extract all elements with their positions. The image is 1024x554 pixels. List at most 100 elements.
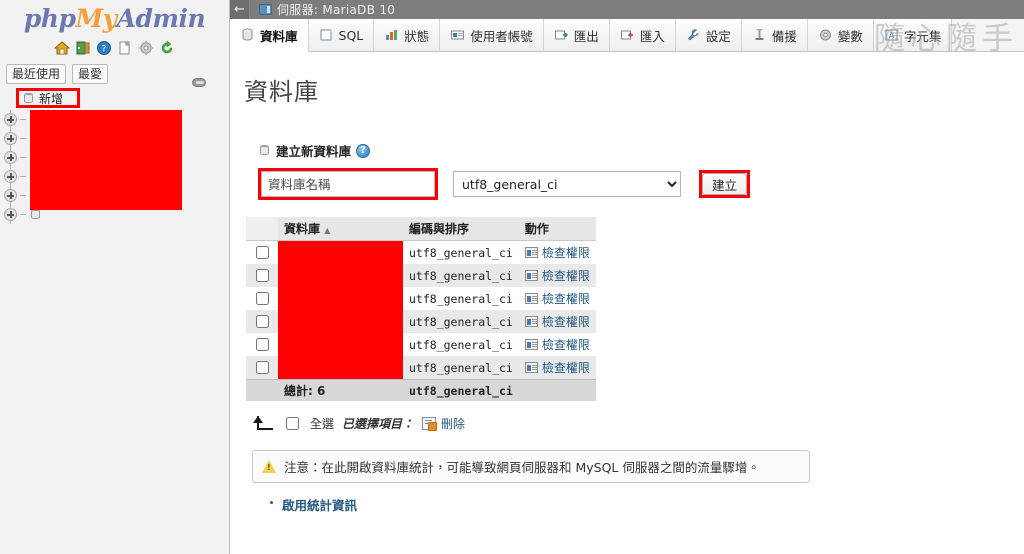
collation-cell: utf8_general_ci	[403, 287, 519, 310]
row-checkbox[interactable]	[256, 269, 269, 282]
sort-ascending-icon: ▲	[324, 226, 331, 235]
redaction-overlay	[278, 287, 403, 310]
table-row[interactable]: utf8_general_ci 檢查權限	[246, 310, 596, 333]
tab-status-label: 狀態	[404, 28, 430, 44]
sidebar-tab-favorites[interactable]: 最愛	[72, 64, 109, 84]
table-row[interactable]: utf8_general_ci 檢查權限	[246, 264, 596, 287]
total-label: 總計: 6	[278, 379, 403, 401]
total-spacer	[246, 379, 278, 401]
help-icon[interactable]: ?	[96, 40, 112, 56]
check-privileges-link[interactable]: 檢查權限	[542, 290, 590, 307]
expand-icon[interactable]	[4, 189, 17, 202]
new-database-icon	[258, 144, 271, 157]
back-button[interactable]: ←	[230, 0, 250, 19]
tab-databases[interactable]: 資料庫	[230, 19, 309, 52]
redaction-overlay	[278, 310, 403, 333]
new-database-link[interactable]: 新增	[16, 88, 80, 108]
users-icon	[450, 28, 465, 42]
database-name-cell[interactable]	[278, 310, 403, 333]
tab-settings[interactable]: 設定	[675, 19, 742, 51]
check-privileges-link[interactable]: 檢查權限	[542, 336, 590, 353]
check-privileges-link[interactable]: 檢查權限	[542, 313, 590, 330]
new-database-label: 新增	[39, 91, 64, 106]
drop-button[interactable]: 刪除	[422, 415, 465, 432]
check-privileges-link[interactable]: 檢查權限	[542, 359, 590, 376]
sidebar-icon-strip: ?	[0, 38, 229, 58]
row-checkbox-cell	[246, 264, 278, 287]
home-icon[interactable]	[53, 40, 71, 56]
server-title: 伺服器: MariaDB 10	[277, 3, 396, 17]
tree-stub	[20, 157, 26, 158]
tab-sql[interactable]: SQL	[308, 19, 375, 51]
expand-icon[interactable]	[4, 170, 17, 183]
documentation-icon[interactable]	[117, 40, 133, 56]
action-cell[interactable]: 檢查權限	[518, 356, 596, 380]
table-total-row: 總計: 6 utf8_general_ci	[246, 379, 596, 401]
sidebar-collapse-toggle[interactable]	[192, 78, 206, 87]
row-checkbox[interactable]	[256, 338, 269, 351]
sql-icon	[319, 28, 334, 42]
tab-export[interactable]: 匯出	[543, 19, 610, 51]
expand-icon[interactable]	[4, 132, 17, 145]
replication-icon	[752, 28, 767, 42]
tab-charsets[interactable]: A 字元集	[873, 19, 953, 51]
with-selected-bar: 全選 已選擇項目： 刪除	[252, 414, 1024, 433]
check-all-label[interactable]: 全選	[310, 415, 334, 432]
collation-select[interactable]: utf8_general_ci	[453, 171, 681, 197]
check-all-checkbox[interactable]	[286, 417, 299, 430]
database-name-cell[interactable]	[278, 264, 403, 287]
row-checkbox[interactable]	[256, 315, 269, 328]
tab-import[interactable]: 匯入	[609, 19, 676, 51]
create-database-form: utf8_general_ci 建立	[258, 168, 1024, 200]
tab-replication[interactable]: 備援	[741, 19, 808, 51]
column-header-collation: 編碼與排序	[403, 217, 519, 241]
database-name-cell[interactable]	[278, 356, 403, 380]
charset-icon: A	[884, 28, 899, 42]
action-cell[interactable]: 檢查權限	[518, 264, 596, 287]
enable-statistics-link[interactable]: 啟用統計資訊	[282, 498, 357, 513]
database-name-input[interactable]	[261, 171, 435, 197]
row-checkbox[interactable]	[256, 361, 269, 374]
check-all-arrow-icon	[252, 415, 274, 432]
expand-icon[interactable]	[4, 113, 17, 126]
action-cell[interactable]: 檢查權限	[518, 287, 596, 310]
help-icon[interactable]: ?	[356, 143, 371, 158]
tab-export-label: 匯出	[573, 28, 599, 44]
check-privileges-link[interactable]: 檢查權限	[542, 244, 590, 261]
action-cell[interactable]: 檢查權限	[518, 240, 596, 264]
total-action	[518, 379, 596, 401]
tab-variables-label: 變數	[837, 28, 863, 44]
column-header-database-label: 資料庫	[284, 222, 321, 236]
reload-icon[interactable]	[159, 40, 175, 56]
tab-status[interactable]: 狀態	[374, 19, 441, 51]
tab-variables[interactable]: 變數	[807, 19, 874, 51]
action-cell[interactable]: 檢查權限	[518, 333, 596, 356]
database-name-cell[interactable]	[278, 240, 403, 264]
sidebar-tab-recent[interactable]: 最近使用	[6, 64, 67, 84]
database-name-cell[interactable]	[278, 287, 403, 310]
table-row[interactable]: utf8_general_ci 檢查權限	[246, 240, 596, 264]
expand-icon[interactable]	[4, 208, 17, 221]
server-header: ← 伺服器: MariaDB 10	[230, 0, 1024, 19]
tab-charsets-label: 字元集	[903, 28, 942, 44]
table-row[interactable]: utf8_general_ci 檢查權限	[246, 356, 596, 380]
phpmyadmin-logo[interactable]: phpMyAdmin	[0, 0, 229, 33]
row-checkbox[interactable]	[256, 292, 269, 305]
tree-stub	[20, 176, 26, 177]
row-checkbox[interactable]	[256, 246, 269, 259]
check-privileges-link[interactable]: 檢查權限	[542, 267, 590, 284]
create-button[interactable]: 建立	[702, 173, 748, 195]
expand-icon[interactable]	[4, 151, 17, 164]
action-cell[interactable]: 檢查權限	[518, 310, 596, 333]
logout-icon[interactable]	[75, 40, 91, 56]
table-row[interactable]: utf8_general_ci 檢查權限	[246, 333, 596, 356]
database-name-cell[interactable]	[278, 333, 403, 356]
create-database-heading: 建立新資料庫 ?	[258, 141, 1024, 160]
column-header-database[interactable]: 資料庫 ▲	[278, 217, 403, 241]
privileges-icon	[524, 293, 538, 304]
enable-statistics-list: 啟用統計資訊	[268, 495, 1024, 514]
tab-user-accounts[interactable]: 使用者帳號	[440, 19, 544, 51]
gear-icon[interactable]	[138, 40, 154, 56]
table-row[interactable]: utf8_general_ci 檢查權限	[246, 287, 596, 310]
create-database-label: 建立新資料庫	[276, 144, 352, 159]
